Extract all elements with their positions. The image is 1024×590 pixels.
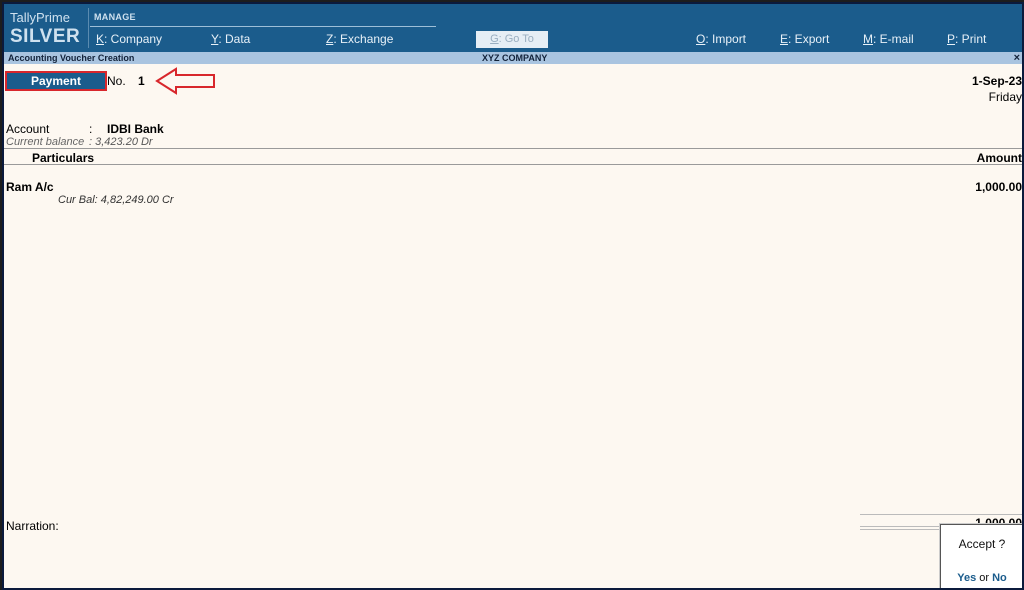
ledger-cur-bal: Cur Bal: 4,82,249.00 Cr xyxy=(58,194,174,206)
account-field[interactable]: IDBI Bank xyxy=(107,122,164,136)
total-top-divider xyxy=(860,514,1022,515)
menu-section-label: MANAGE xyxy=(94,12,136,22)
brand-divider xyxy=(88,8,89,48)
menu-exchange[interactable]: Z: Exchange xyxy=(326,32,393,46)
current-balance-value: : 3,423.20 Dr xyxy=(89,136,153,148)
voucher-no-label: No. xyxy=(107,74,126,88)
voucher-type-button[interactable]: Payment xyxy=(5,71,107,91)
close-icon[interactable]: × xyxy=(1014,52,1020,64)
narration-label: Narration: xyxy=(6,519,59,533)
menu-data[interactable]: Y: Data xyxy=(211,32,250,46)
menu-print[interactable]: P: Print xyxy=(947,32,986,46)
voucher-date[interactable]: 1-Sep-23 xyxy=(972,74,1022,88)
top-menu-bar: TallyPrime SILVER MANAGE K: Company Y: D… xyxy=(4,4,1022,52)
column-amount: Amount xyxy=(976,151,1022,165)
total-amount: 1,000.00 xyxy=(975,516,1022,524)
account-label: Account xyxy=(6,122,50,136)
voucher-no-value[interactable]: 1 xyxy=(138,74,145,88)
screen-title: Accounting Voucher Creation xyxy=(8,53,135,63)
company-name: XYZ COMPANY xyxy=(482,53,548,63)
menu-section-divider xyxy=(90,26,436,27)
menu-goto[interactable]: G: Go To xyxy=(476,31,548,48)
voucher-day: Friday xyxy=(988,90,1022,104)
no-button[interactable]: No xyxy=(992,572,1007,584)
or-text: or xyxy=(979,572,990,584)
product-name: TallyPrime xyxy=(10,10,70,25)
header-bottom-divider xyxy=(4,164,1022,165)
screen-title-bar: Accounting Voucher Creation XYZ COMPANY … xyxy=(4,52,1022,64)
current-balance-label: Current balance xyxy=(6,136,85,148)
menu-import[interactable]: O: Import xyxy=(696,32,746,46)
menu-email[interactable]: M: E-mail xyxy=(863,32,914,46)
accept-dialog: Accept ? Yes or No xyxy=(940,524,1022,588)
account-colon: : xyxy=(89,122,93,136)
menu-company[interactable]: K: Company xyxy=(96,32,162,46)
ledger-amount[interactable]: 1,000.00 xyxy=(975,180,1022,194)
left-arrow-icon xyxy=(155,67,215,95)
accept-question: Accept ? xyxy=(958,537,1006,551)
column-particulars: Particulars xyxy=(32,151,95,165)
app-window: TallyPrime SILVER MANAGE K: Company Y: D… xyxy=(2,2,1024,590)
accept-options: Yes or No xyxy=(941,572,1022,584)
header-top-divider xyxy=(4,148,1022,149)
menu-export[interactable]: E: Export xyxy=(780,32,829,46)
product-edition: SILVER xyxy=(10,26,81,47)
ledger-name[interactable]: Ram A/c xyxy=(6,180,54,194)
yes-button[interactable]: Yes xyxy=(957,572,976,584)
